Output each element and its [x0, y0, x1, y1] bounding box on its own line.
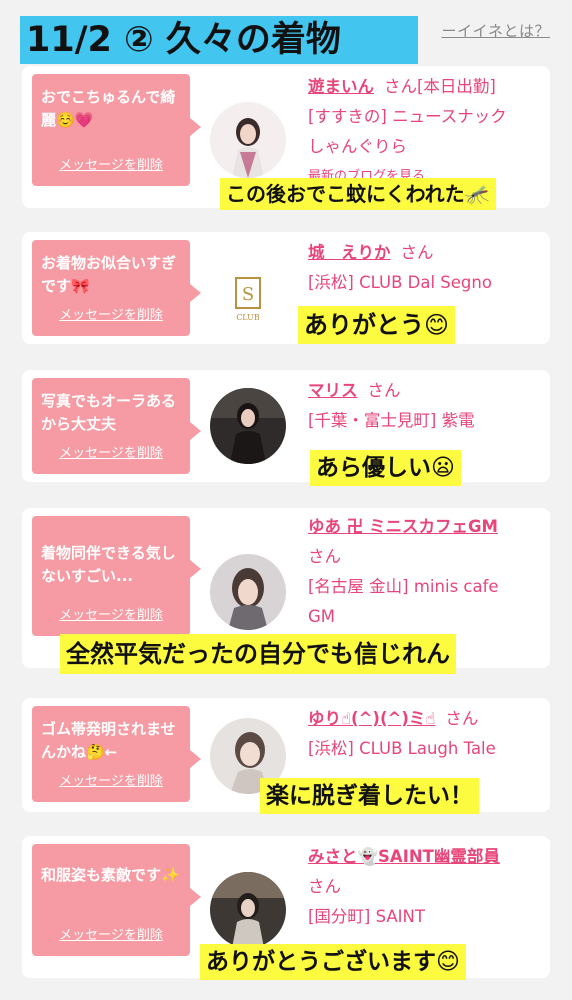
message-bubble: お着物お似合いすぎです🎀 メッセージを削除: [32, 240, 201, 336]
honorific: さん: [445, 709, 479, 728]
user-info: マリス さん [千葉・富士見町] 紫電: [308, 376, 540, 436]
svg-text:S: S: [242, 284, 254, 305]
user-avatar[interactable]: [210, 554, 286, 630]
overlay-caption: あら優しい😦: [310, 450, 461, 486]
message-bubble: ゴム帯発明されませんかね🤔← メッセージを削除: [32, 706, 201, 802]
shop-info: [浜松] CLUB Laugh Tale: [308, 739, 496, 758]
message-card: 和服姿も素敵です✨ メッセージを削除 みさと👻SAINT幽霊部員 さん [国分町…: [22, 836, 550, 980]
honorific: さん: [367, 381, 401, 400]
user-info: ゆあ 卍 ミニスカフェGM さん [名古屋 金山] minis cafe GM: [308, 512, 540, 632]
user-name-link[interactable]: 城 えりか: [308, 243, 391, 262]
user-name-link[interactable]: みさと👻SAINT幽霊部員: [308, 847, 500, 866]
delete-message-link[interactable]: メッセージを削除: [32, 770, 190, 793]
shop-logo-avatar[interactable]: S CLUB: [210, 260, 286, 336]
message-text: 着物同伴できる気しないすごい...: [41, 544, 176, 585]
honorific: さん: [384, 77, 417, 96]
honorific: さん: [400, 243, 434, 262]
user-info: ゆり☝(^)(^)ミ☝ さん [浜松] CLUB Laugh Tale: [308, 704, 540, 764]
delete-message-link[interactable]: メッセージを削除: [32, 604, 190, 627]
overlay-caption: 全然平気だったの自分でも信じれん: [60, 634, 456, 674]
honorific: さん: [308, 877, 341, 896]
page-title: 11/2 ② 久々の着物: [20, 16, 418, 64]
message-text: おでこちゅるんで綺麗☺️💗: [41, 88, 176, 129]
shop-info-cont: しゃんぐりら: [308, 137, 407, 156]
overlay-caption: 楽に脱ぎ着したい！: [260, 778, 479, 814]
message-bubble: 着物同伴できる気しないすごい... メッセージを削除: [32, 516, 201, 636]
user-avatar[interactable]: [210, 102, 286, 178]
message-text: 写真でもオーラあるから大丈夫: [41, 392, 177, 433]
work-status: [本日出勤]: [417, 77, 496, 96]
user-name-link[interactable]: マリス: [308, 381, 358, 400]
message-bubble: 写真でもオーラあるから大丈夫 メッセージを削除: [32, 378, 201, 474]
user-info: 遊まいん さん[本日出勤] [すすきの] ニュースナック しゃんぐりら 最新のブロ…: [308, 72, 540, 192]
message-text: 和服姿も素敵です✨: [41, 866, 180, 884]
shop-info-cont: GM: [308, 607, 336, 626]
svg-text:CLUB: CLUB: [236, 313, 260, 322]
overlay-caption: ありがとうございます😊: [200, 944, 466, 980]
message-bubble: おでこちゅるんで綺麗☺️💗 メッセージを削除: [32, 74, 201, 186]
delete-message-link[interactable]: メッセージを削除: [32, 442, 190, 465]
user-name-link[interactable]: ゆあ 卍 ミニスカフェGM: [308, 517, 498, 536]
honorific: さん: [308, 547, 341, 566]
message-card: おでこちゅるんで綺麗☺️💗 メッセージを削除 遊まいん さん[本日出勤] [すすき…: [22, 66, 550, 210]
overlay-caption: ありがとう😊: [298, 306, 456, 344]
user-info: みさと👻SAINT幽霊部員 さん [国分町] SAINT: [308, 842, 540, 932]
shop-info: [名古屋 金山] minis cafe: [308, 577, 499, 596]
user-avatar[interactable]: [210, 872, 286, 948]
message-text: お着物お似合いすぎです🎀: [41, 254, 177, 295]
shop-info: [すすきの] ニュースナック: [308, 107, 507, 126]
delete-message-link[interactable]: メッセージを削除: [32, 304, 190, 327]
delete-message-link[interactable]: メッセージを削除: [32, 154, 190, 177]
message-text: ゴム帯発明されませんかね🤔←: [41, 720, 176, 761]
user-avatar[interactable]: [210, 388, 286, 464]
message-card: 着物同伴できる気しないすごい... メッセージを削除 ゆあ 卍 ミニスカフェGM…: [22, 508, 550, 674]
user-name-link[interactable]: 遊まいん: [308, 77, 374, 96]
delete-message-link[interactable]: メッセージを削除: [32, 924, 190, 947]
message-card: 写真でもオーラあるから大丈夫 メッセージを削除 マリス さん [千葉・富士見町] …: [22, 370, 550, 486]
about-likes-link[interactable]: ーイイネとは？: [441, 20, 550, 41]
shop-info: [千葉・富士見町] 紫電: [308, 411, 475, 430]
shop-info: [浜松] CLUB Dal Segno: [308, 273, 492, 292]
overlay-caption: この後おでこ蚊にくわれた🦟: [220, 178, 496, 210]
shop-info: [国分町] SAINT: [308, 907, 425, 926]
message-card: ゴム帯発明されませんかね🤔← メッセージを削除 ゆり☝(^)(^)ミ☝ さん [浜…: [22, 698, 550, 814]
user-info: 城 えりか さん [浜松] CLUB Dal Segno: [308, 238, 540, 298]
message-bubble: 和服姿も素敵です✨ メッセージを削除: [32, 844, 201, 956]
user-name-link[interactable]: ゆり☝(^)(^)ミ☝: [308, 709, 435, 728]
message-card: お着物お似合いすぎです🎀 メッセージを削除 S CLUB 城 えりか さん [浜松]…: [22, 232, 550, 344]
